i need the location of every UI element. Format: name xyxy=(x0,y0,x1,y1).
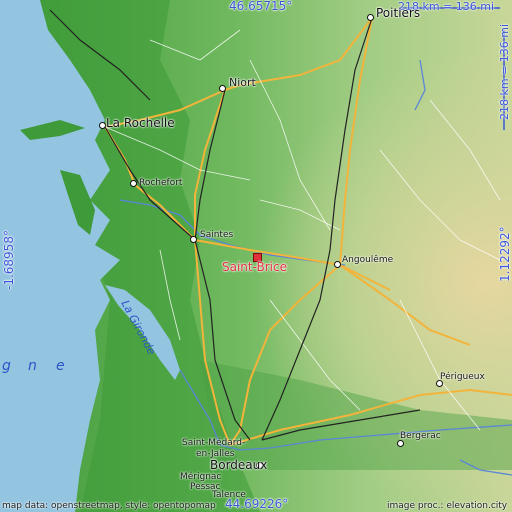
elevation-map: 46.65715° 44.69226° -1.68958° 1.12292° 2… xyxy=(0,0,512,512)
city-label-poitiers: Poitiers xyxy=(376,6,421,20)
right-longitude-label: 1.12292° xyxy=(498,226,512,282)
city-label-perigueux: Périgueux xyxy=(440,372,485,382)
ocean-letter-e: e xyxy=(56,358,65,374)
city-label-angouleme: Angoulême xyxy=(342,255,394,265)
city-label-saintes: Saintes xyxy=(200,230,234,240)
ocean-letter-g: g xyxy=(2,358,11,374)
map-credit-right: image proc.: elevation.city xyxy=(387,501,508,511)
city-label-merignac: Mérignac xyxy=(180,472,222,482)
bergerac-marker xyxy=(397,440,404,447)
map-credit-left: map data: openstreetmap, style: opentopo… xyxy=(2,501,216,511)
angouleme-marker xyxy=(334,261,341,268)
ocean-letter-n: n xyxy=(28,358,37,374)
poitiers-marker xyxy=(367,14,374,21)
city-label-la-rochelle: La Rochelle xyxy=(106,116,175,130)
saintes-marker xyxy=(190,236,197,243)
city-label-talence: Talence xyxy=(212,490,246,500)
city-label-rochefort: Rochefort xyxy=(139,178,183,188)
city-label-saint-medard-line1: Saint-Médard- xyxy=(182,438,246,448)
top-latitude-label: 46.65715° xyxy=(229,0,293,13)
city-label-bergerac: Bergerac xyxy=(400,431,441,441)
rochefort-marker xyxy=(130,180,137,187)
vertical-scale-label: 218 km = 136 mi xyxy=(498,23,511,120)
city-label-niort: Niort xyxy=(229,76,256,89)
target-city-label: Saint-Brice xyxy=(222,260,287,274)
la-rochelle-marker xyxy=(99,122,106,129)
left-longitude-label: -1.68958° xyxy=(2,230,16,290)
niort-marker xyxy=(219,85,226,92)
city-label-bordeaux: Bordeaux xyxy=(210,458,268,472)
